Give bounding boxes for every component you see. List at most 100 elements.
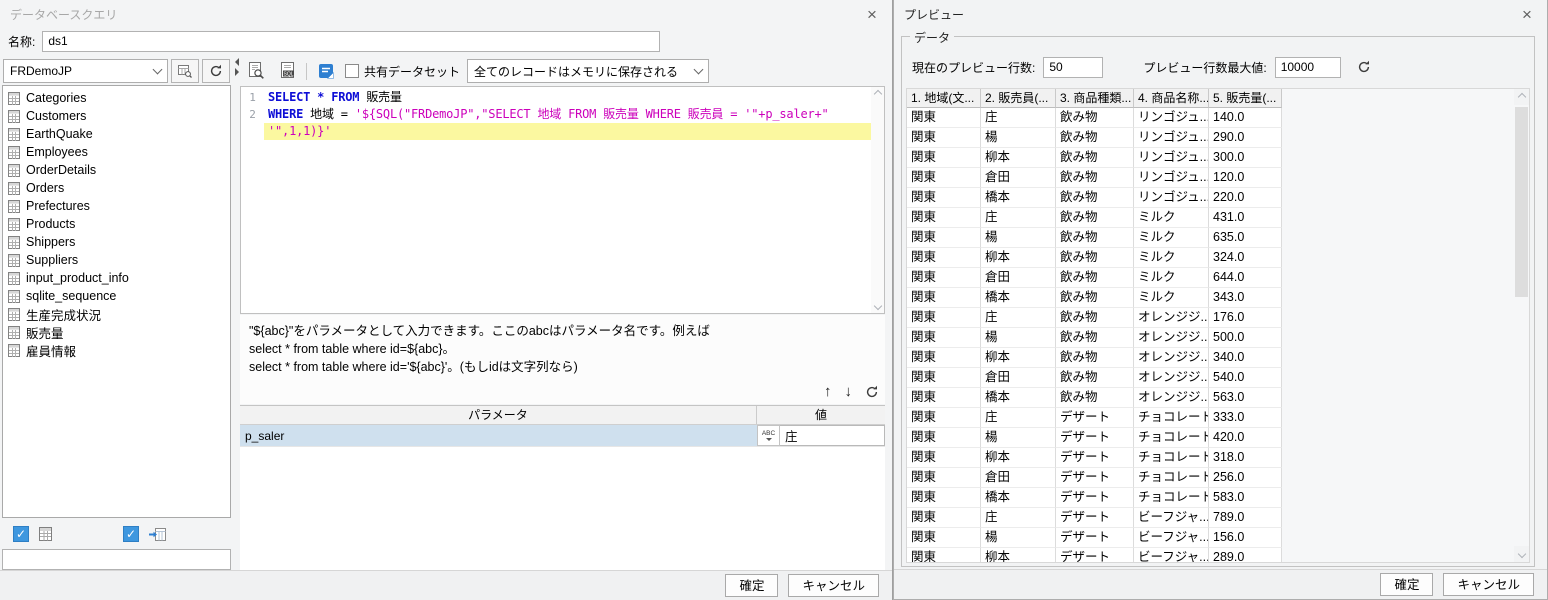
table-row[interactable]: 関東楊デザート チョコレート 420.0 — [907, 428, 1529, 448]
chevron-down-icon — [765, 437, 772, 441]
table-row[interactable]: 関東 橋本 飲み物 ミルク 343.0 — [907, 288, 1529, 308]
parameter-row[interactable]: p_saler ABC — [240, 425, 885, 447]
parameter-name-cell[interactable]: p_saler — [240, 425, 757, 446]
table-cell: 楊 — [981, 128, 1056, 148]
dataset-checkbox[interactable]: ✓ — [13, 526, 29, 542]
scroll-up-button[interactable] — [1514, 89, 1529, 105]
table-list-item[interactable]: Customers — [3, 107, 230, 125]
share-dataset-checkbox[interactable] — [345, 64, 359, 78]
max-rows-input[interactable] — [1274, 56, 1341, 78]
table-cell: チョコレート — [1134, 448, 1209, 468]
table-row[interactable]: 関東楊飲み物 オレンジジ... 500.0 — [907, 328, 1529, 348]
table-row[interactable]: 関東庄デザート ビーフジャ... 789.0 — [907, 508, 1529, 528]
table-row[interactable]: 関東楊飲み物 リンゴジュ... 290.0 — [907, 128, 1529, 148]
scroll-down-button[interactable] — [1514, 546, 1529, 562]
table-row[interactable]: 関東楊飲み物 ミルク 635.0 — [907, 228, 1529, 248]
table-list-item[interactable]: 生産完成状況 — [3, 305, 230, 323]
dataset-name-input[interactable] — [42, 30, 661, 52]
column-header[interactable]: 1. 地域(文... — [907, 89, 981, 108]
table-row[interactable]: 関東庄デザート チョコレート 333.0 — [907, 408, 1529, 428]
table-row[interactable]: 関東 倉田 デザート チョコレート 256.0 — [907, 468, 1529, 488]
table-cell: チョコレート — [1134, 428, 1209, 448]
table-cell: リンゴジュ... — [1134, 188, 1209, 208]
sql-editor[interactable]: 1 SELECT * FROM 販売量 2 WHERE 地域 = '${SQL("FR… — [240, 86, 885, 314]
table-cell: 関東 — [907, 408, 981, 428]
table-row[interactable]: 関東 橋本 飲み物 オレンジジ... 563.0 — [907, 388, 1529, 408]
connection-refresh-button[interactable] — [202, 59, 230, 83]
table-list-item[interactable]: sqlite_sequence — [3, 287, 230, 305]
table-icon — [8, 307, 20, 321]
sql-line[interactable]: 2 WHERE 地域 = '${SQL("FRDemoJP","SELECT 地域… — [241, 106, 884, 123]
table-icon — [8, 109, 20, 123]
table-row[interactable]: 関東庄飲み物 オレンジジ... 176.0 — [907, 308, 1529, 328]
table-list-item[interactable]: 販売量 — [3, 323, 230, 341]
table-row[interactable]: 関東 橋本 飲み物 リンゴジュ... 220.0 — [907, 188, 1529, 208]
column-header[interactable]: 3. 商品種類... — [1056, 89, 1134, 108]
move-up-button[interactable]: ↑ — [824, 383, 832, 401]
table-list-item[interactable]: EarthQuake — [3, 125, 230, 143]
column-header[interactable]: 5. 販売量(... — [1209, 89, 1282, 108]
sql-editor-scrollbar[interactable] — [871, 87, 884, 313]
table-row[interactable]: 関東楊デザート ビーフジャ... 156.0 — [907, 528, 1529, 548]
table-cell: オレンジジ... — [1134, 388, 1209, 408]
table-row[interactable]: 関東 橋本 デザート チョコレート 583.0 — [907, 488, 1529, 508]
preview-query-button[interactable] — [244, 59, 268, 83]
cancel-button[interactable]: キャンセル — [1443, 573, 1534, 596]
table-list-item[interactable]: Suppliers — [3, 251, 230, 269]
table-row[interactable]: 関東庄飲み物 ミルク 431.0 — [907, 208, 1529, 228]
table-row[interactable]: 関東 柳本 飲み物 リンゴジュ... 300.0 — [907, 148, 1529, 168]
move-down-button[interactable]: ↓ — [845, 383, 853, 401]
table-list-item[interactable]: Shippers — [3, 233, 230, 251]
current-rows-input[interactable] — [1043, 56, 1104, 78]
parameter-value-input[interactable] — [780, 426, 884, 445]
database-query-dialog: データベースクエリ × 名称: FRDemoJP Categories Custo… — [0, 0, 893, 600]
table-row[interactable]: 関東 柳本 飲み物 オレンジジ... 340.0 — [907, 348, 1529, 368]
splitter[interactable] — [233, 56, 240, 570]
column-header[interactable]: 2. 販売員(... — [981, 89, 1056, 108]
table-cell: 倉田 — [981, 168, 1056, 188]
connection-edit-button[interactable] — [171, 59, 199, 83]
ok-button[interactable]: 確定 — [725, 574, 779, 597]
table-list-item[interactable]: 雇員情報 — [3, 341, 230, 359]
table-list-item[interactable]: Employees — [3, 143, 230, 161]
table-cell: 140.0 — [1209, 108, 1282, 128]
table-list-item[interactable]: Categories — [3, 89, 230, 107]
table-list-item[interactable]: Products — [3, 215, 230, 233]
chevron-down-icon — [152, 64, 163, 74]
view-checkbox[interactable]: ✓ — [123, 526, 139, 542]
preview-scrollbar[interactable] — [1514, 89, 1529, 562]
scrollbar-thumb[interactable] — [1515, 107, 1528, 297]
table-list-item[interactable]: Orders — [3, 179, 230, 197]
table-list-item[interactable]: OrderDetails — [3, 161, 230, 179]
table-row[interactable]: 関東 柳本 デザート ビーフジャ... 289.0 — [907, 548, 1529, 562]
table-list-item[interactable]: Prefectures — [3, 197, 230, 215]
table-filter-input[interactable] — [2, 549, 231, 570]
table-row[interactable]: 関東 柳本 飲み物 ミルク 324.0 — [907, 248, 1529, 268]
storage-mode-select[interactable]: 全てのレコードはメモリに保存される — [467, 59, 710, 83]
table-row[interactable]: 関東 柳本 デザート チョコレート 318.0 — [907, 448, 1529, 468]
table-list-item[interactable]: input_product_info — [3, 269, 230, 287]
cancel-button[interactable]: キャンセル — [788, 574, 879, 597]
column-header[interactable]: 4. 商品名称... — [1134, 89, 1209, 108]
refresh-preview-button[interactable] — [1357, 60, 1371, 74]
sql-line[interactable]: 1 SELECT * FROM 販売量 — [241, 89, 884, 106]
table-row[interactable]: 関東庄飲み物 リンゴジュ... 140.0 — [907, 108, 1529, 128]
ok-button[interactable]: 確定 — [1380, 573, 1434, 596]
parameter-value-cell — [780, 425, 885, 446]
sql-line[interactable]: '",1,1)}' — [241, 123, 884, 140]
table-row[interactable]: 関東 倉田 飲み物 オレンジジ... 540.0 — [907, 368, 1529, 388]
table-cell: 540.0 — [1209, 368, 1282, 388]
table-cell: デザート — [1056, 528, 1134, 548]
table-cell: 関東 — [907, 528, 981, 548]
close-icon[interactable]: × — [1517, 6, 1537, 23]
close-icon[interactable]: × — [862, 6, 882, 23]
table-row[interactable]: 関東 倉田 飲み物 リンゴジュ... 120.0 — [907, 168, 1529, 188]
connection-select[interactable]: FRDemoJP — [3, 59, 168, 83]
sql-file-button[interactable]: SQL — [275, 59, 299, 83]
format-sql-button[interactable] — [314, 59, 338, 83]
refresh-parameters-button[interactable] — [865, 385, 879, 399]
parameter-type-button[interactable]: ABC — [757, 425, 780, 446]
table-row[interactable]: 関東 倉田 飲み物 ミルク 644.0 — [907, 268, 1529, 288]
dataset-name-row: 名称: — [0, 28, 892, 54]
table-name: OrderDetails — [26, 163, 97, 177]
